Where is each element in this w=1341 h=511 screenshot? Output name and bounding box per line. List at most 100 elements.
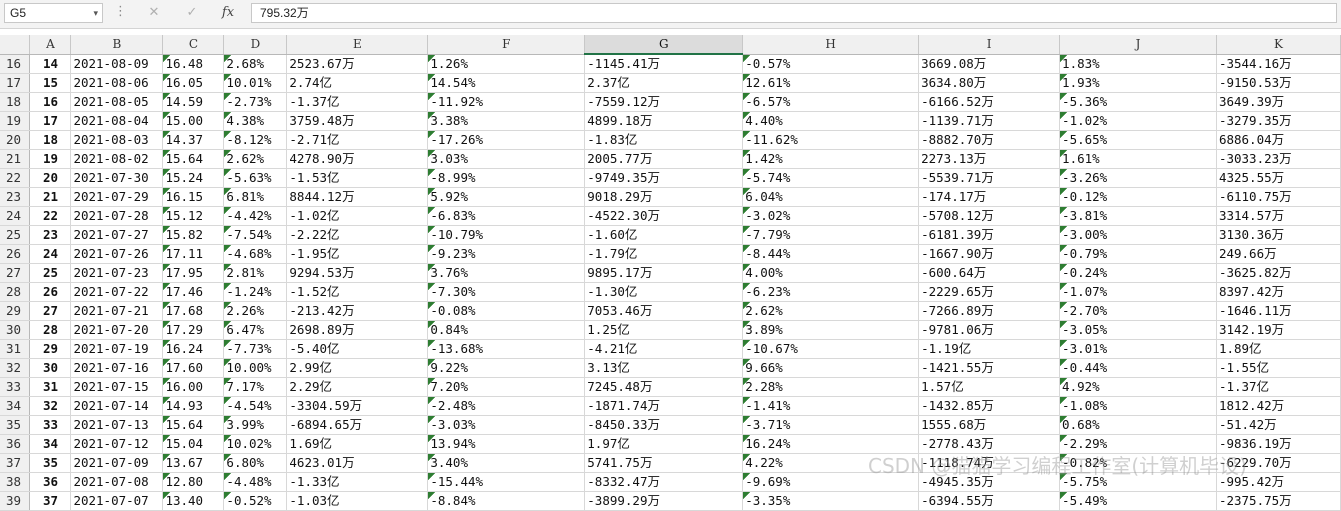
cell-b[interactable]: 2021-07-30: [70, 168, 164, 188]
cell-h[interactable]: 4.00%: [742, 263, 920, 283]
cell-g[interactable]: -1.60亿: [584, 225, 744, 245]
cell-k[interactable]: 3649.39万: [1216, 92, 1341, 112]
column-header-h[interactable]: H: [742, 35, 920, 55]
cell-k[interactable]: 1.89亿: [1216, 339, 1341, 359]
cell-j[interactable]: -2.70%: [1059, 301, 1217, 321]
cell-h[interactable]: -3.71%: [742, 415, 920, 435]
cell-g[interactable]: -7559.12万: [584, 92, 744, 112]
cell-g[interactable]: -8332.47万: [584, 472, 744, 492]
row-header[interactable]: 34: [0, 396, 31, 416]
cell-e[interactable]: 8844.12万: [286, 187, 429, 207]
row-header[interactable]: 37: [0, 453, 31, 473]
cell-b[interactable]: 2021-07-19: [70, 339, 164, 359]
row-header[interactable]: 32: [0, 358, 31, 378]
cell-j[interactable]: 1.61%: [1059, 149, 1217, 169]
cell-h[interactable]: 12.61%: [742, 73, 920, 93]
cell-d[interactable]: 10.00%: [223, 358, 288, 378]
cell-j[interactable]: -1.08%: [1059, 396, 1217, 416]
cell-k[interactable]: -1646.11万: [1216, 301, 1341, 321]
row-header[interactable]: 35: [0, 415, 31, 435]
cell-f[interactable]: -2.48%: [427, 396, 586, 416]
row-header[interactable]: 27: [0, 263, 31, 283]
cell-k[interactable]: -2375.75万: [1216, 491, 1341, 511]
cell-g[interactable]: 1.97亿: [584, 434, 744, 454]
cell-f[interactable]: -7.30%: [427, 282, 586, 302]
cell-f[interactable]: -15.44%: [427, 472, 586, 492]
cell-f[interactable]: -8.99%: [427, 168, 586, 188]
cell-k[interactable]: 4325.55万: [1216, 168, 1341, 188]
row-header[interactable]: 29: [0, 301, 31, 321]
cell-j[interactable]: -3.01%: [1059, 339, 1217, 359]
cell-g[interactable]: -1.83亿: [584, 130, 744, 150]
cell-f[interactable]: 7.20%: [427, 377, 586, 397]
cell-d[interactable]: -4.68%: [223, 244, 288, 264]
cell-f[interactable]: -10.79%: [427, 225, 586, 245]
cell-g[interactable]: -4.21亿: [584, 339, 744, 359]
cell-c[interactable]: 12.80: [162, 472, 225, 492]
cell-c[interactable]: 15.12: [162, 206, 225, 226]
cell-j[interactable]: -2.29%: [1059, 434, 1217, 454]
cell-c[interactable]: 17.11: [162, 244, 225, 264]
cell-k[interactable]: -995.42万: [1216, 472, 1341, 492]
cell-b[interactable]: 2021-07-15: [70, 377, 164, 397]
cell-e[interactable]: -6894.65万: [286, 415, 429, 435]
cell-k[interactable]: 249.66万: [1216, 244, 1341, 264]
cell-g[interactable]: -1871.74万: [584, 396, 744, 416]
cell-j[interactable]: -5.49%: [1059, 491, 1217, 511]
cell-d[interactable]: -7.73%: [223, 339, 288, 359]
column-header-g[interactable]: G: [584, 35, 744, 55]
cell-a[interactable]: 19: [29, 149, 72, 169]
cell-h[interactable]: -7.79%: [742, 225, 920, 245]
row-header[interactable]: 28: [0, 282, 31, 302]
cancel-icon[interactable]: ✕: [142, 3, 166, 23]
cell-d[interactable]: 10.02%: [223, 434, 288, 454]
cell-i[interactable]: -8882.70万: [918, 130, 1061, 150]
cell-f[interactable]: -13.68%: [427, 339, 586, 359]
cell-k[interactable]: 3130.36万: [1216, 225, 1341, 245]
row-header[interactable]: 26: [0, 244, 31, 264]
cell-a[interactable]: 17: [29, 111, 72, 131]
cell-h[interactable]: -3.02%: [742, 206, 920, 226]
cell-e[interactable]: -213.42万: [286, 301, 429, 321]
cell-d[interactable]: 6.81%: [223, 187, 288, 207]
row-header[interactable]: 16: [0, 54, 31, 74]
cell-b[interactable]: 2021-08-02: [70, 149, 164, 169]
row-header[interactable]: 30: [0, 320, 31, 340]
cell-f[interactable]: 3.76%: [427, 263, 586, 283]
cell-h[interactable]: 16.24%: [742, 434, 920, 454]
cell-j[interactable]: -1.07%: [1059, 282, 1217, 302]
cell-e[interactable]: 2523.67万: [286, 54, 429, 74]
cell-b[interactable]: 2021-07-22: [70, 282, 164, 302]
cell-c[interactable]: 15.64: [162, 415, 225, 435]
cell-b[interactable]: 2021-07-21: [70, 301, 164, 321]
row-header[interactable]: 17: [0, 73, 31, 93]
cell-i[interactable]: 3669.08万: [918, 54, 1061, 74]
cell-c[interactable]: 17.68: [162, 301, 225, 321]
cell-c[interactable]: 15.04: [162, 434, 225, 454]
cell-d[interactable]: 6.80%: [223, 453, 288, 473]
cell-f[interactable]: -17.26%: [427, 130, 586, 150]
column-header-k[interactable]: K: [1216, 35, 1341, 55]
cell-e[interactable]: -2.22亿: [286, 225, 429, 245]
row-header[interactable]: 20: [0, 130, 31, 150]
cell-b[interactable]: 2021-07-28: [70, 206, 164, 226]
cell-k[interactable]: -3279.35万: [1216, 111, 1341, 131]
cell-b[interactable]: 2021-07-29: [70, 187, 164, 207]
cell-e[interactable]: 9294.53万: [286, 263, 429, 283]
formula-input[interactable]: 795.32万: [251, 3, 1337, 23]
cell-c[interactable]: 17.46: [162, 282, 225, 302]
cell-k[interactable]: -3033.23万: [1216, 149, 1341, 169]
cell-g[interactable]: -8450.33万: [584, 415, 744, 435]
cell-h[interactable]: 3.89%: [742, 320, 920, 340]
cell-k[interactable]: 3314.57万: [1216, 206, 1341, 226]
cell-f[interactable]: 5.92%: [427, 187, 586, 207]
cell-a[interactable]: 16: [29, 92, 72, 112]
cell-i[interactable]: -600.64万: [918, 263, 1061, 283]
cell-d[interactable]: 6.47%: [223, 320, 288, 340]
cell-e[interactable]: -1.95亿: [286, 244, 429, 264]
cell-h[interactable]: 4.40%: [742, 111, 920, 131]
cell-f[interactable]: 0.84%: [427, 320, 586, 340]
cell-f[interactable]: 1.26%: [427, 54, 586, 74]
cell-f[interactable]: 14.54%: [427, 73, 586, 93]
cell-f[interactable]: -3.03%: [427, 415, 586, 435]
